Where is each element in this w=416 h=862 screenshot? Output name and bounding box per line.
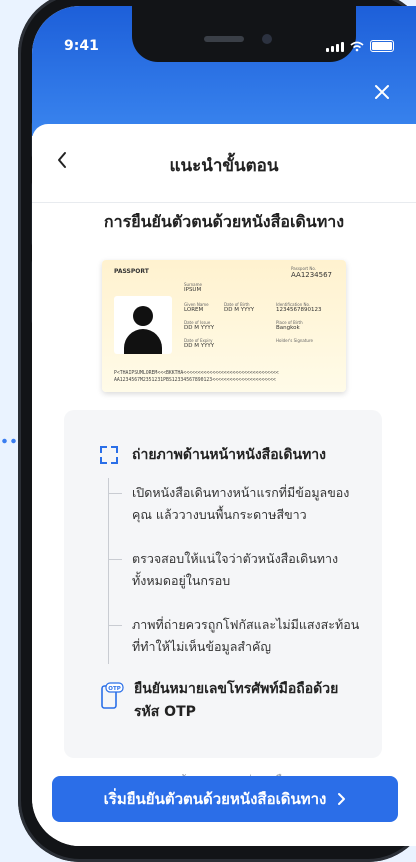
step-photo-title: ถ่ายภาพด้านหน้าหนังสือเดินทาง (132, 447, 327, 463)
chevron-right-icon (338, 793, 346, 805)
header: แนะนำขั้นตอน (32, 124, 416, 203)
passport-signature: Holder's Signature (276, 338, 313, 343)
section-title: การยืนยันตัวตนด้วยหนังสือเดินทาง (103, 212, 345, 231)
field-value: DD M YYYY (184, 343, 215, 349)
passport-given-name: Given Name LOREM (184, 302, 209, 313)
status-time: 9:41 (64, 38, 99, 54)
field-value: LOREM (184, 307, 204, 313)
passport-dob: Date of Birth DD M YYYY (224, 302, 254, 313)
passport-expiry: Date of Expiry DD M YYYY (184, 338, 214, 349)
field-value: 1234567890123 (276, 307, 322, 313)
speaker (204, 36, 244, 42)
passport-pob: Place of Birth Bangkok (276, 320, 303, 331)
close-button[interactable] (370, 80, 394, 104)
field-label: Holder's Signature (276, 338, 313, 343)
instruction-item: ตรวจสอบให้แน่ใจว่าตัวหนังสือเดินทางทั้งห… (108, 548, 364, 592)
notch (132, 6, 356, 62)
passport-mrz: P<THAIPSUMLOREM<<<BKKTHA<<<<<<<<<<<<<<<<… (114, 370, 336, 384)
content-card: แนะนำขั้นตอน การยืนยันตัวตนด้วยหนังสือเด… (32, 124, 416, 846)
field-value: IPSUM (184, 287, 202, 293)
passport-photo (114, 296, 172, 354)
field-value: DD M YYYY (224, 307, 255, 313)
passport-id: Identification No. 1234567890123 (276, 302, 322, 313)
front-camera (262, 34, 272, 44)
tree-line (108, 478, 109, 664)
scan-frame-icon (100, 446, 118, 464)
passport-number: Passport No. AA1234567 (291, 266, 332, 279)
phone-otp-icon: OTP (100, 682, 124, 710)
passport-illustration: PASSPORT Passport No. AA1234567 Surname … (102, 260, 346, 392)
passport-number-value: AA1234567 (291, 271, 332, 279)
instructions-box: ถ่ายภาพด้านหน้าหนังสือเดินทาง เปิดหนังสื… (64, 410, 382, 758)
person-body (124, 329, 162, 354)
field-value: DD M YYYY (184, 325, 215, 331)
passport-surname: Surname IPSUM (184, 282, 202, 293)
instruction-item: เปิดหนังสือเดินทางหน้าแรกที่มีข้อมูลของค… (108, 482, 364, 526)
wifi-icon (350, 41, 364, 51)
passport-issue: Date of Issue DD M YYYY (184, 320, 214, 331)
status-icons (326, 40, 394, 52)
mrz-line: AA1234567M2351231PBS12334567890123<<<<<<… (114, 378, 276, 383)
passport-label: PASSPORT (114, 268, 149, 275)
mrz-line: P<THAIPSUMLOREM<<<BKKTHA<<<<<<<<<<<<<<<<… (114, 371, 279, 376)
page-title: แนะนำขั้นตอน (169, 156, 279, 176)
field-value: Bangkok (276, 325, 300, 331)
step-otp-title: ยืนยันหมายเลขโทรศัพท์มือถือด้วยรหัส OTP (134, 681, 339, 720)
otp-badge: OTP (108, 686, 120, 692)
instruction-item: ภาพที่ถ่ายควรถูกโฟกัสและไม่มีแสงสะท้อนที… (108, 614, 364, 658)
battery-icon (370, 40, 394, 52)
signal-icon (326, 41, 344, 52)
close-icon (375, 85, 389, 99)
start-verification-label: เริ่มยืนยันตัวตนด้วยหนังสือเดินทาง (103, 790, 327, 808)
screen: 9:41 แนะนำขั้นตอน การยืนยันตัวตนด้วยหนัง… (32, 6, 416, 846)
step-otp: OTP ยืนยันหมายเลขโทรศัพท์มือถือด้วยรหัส … (100, 678, 354, 724)
person-head (133, 306, 153, 326)
start-verification-button[interactable]: เริ่มยืนยันตัวตนด้วยหนังสือเดินทาง (52, 776, 398, 822)
step-photo: ถ่ายภาพด้านหน้าหนังสือเดินทาง (100, 444, 326, 466)
